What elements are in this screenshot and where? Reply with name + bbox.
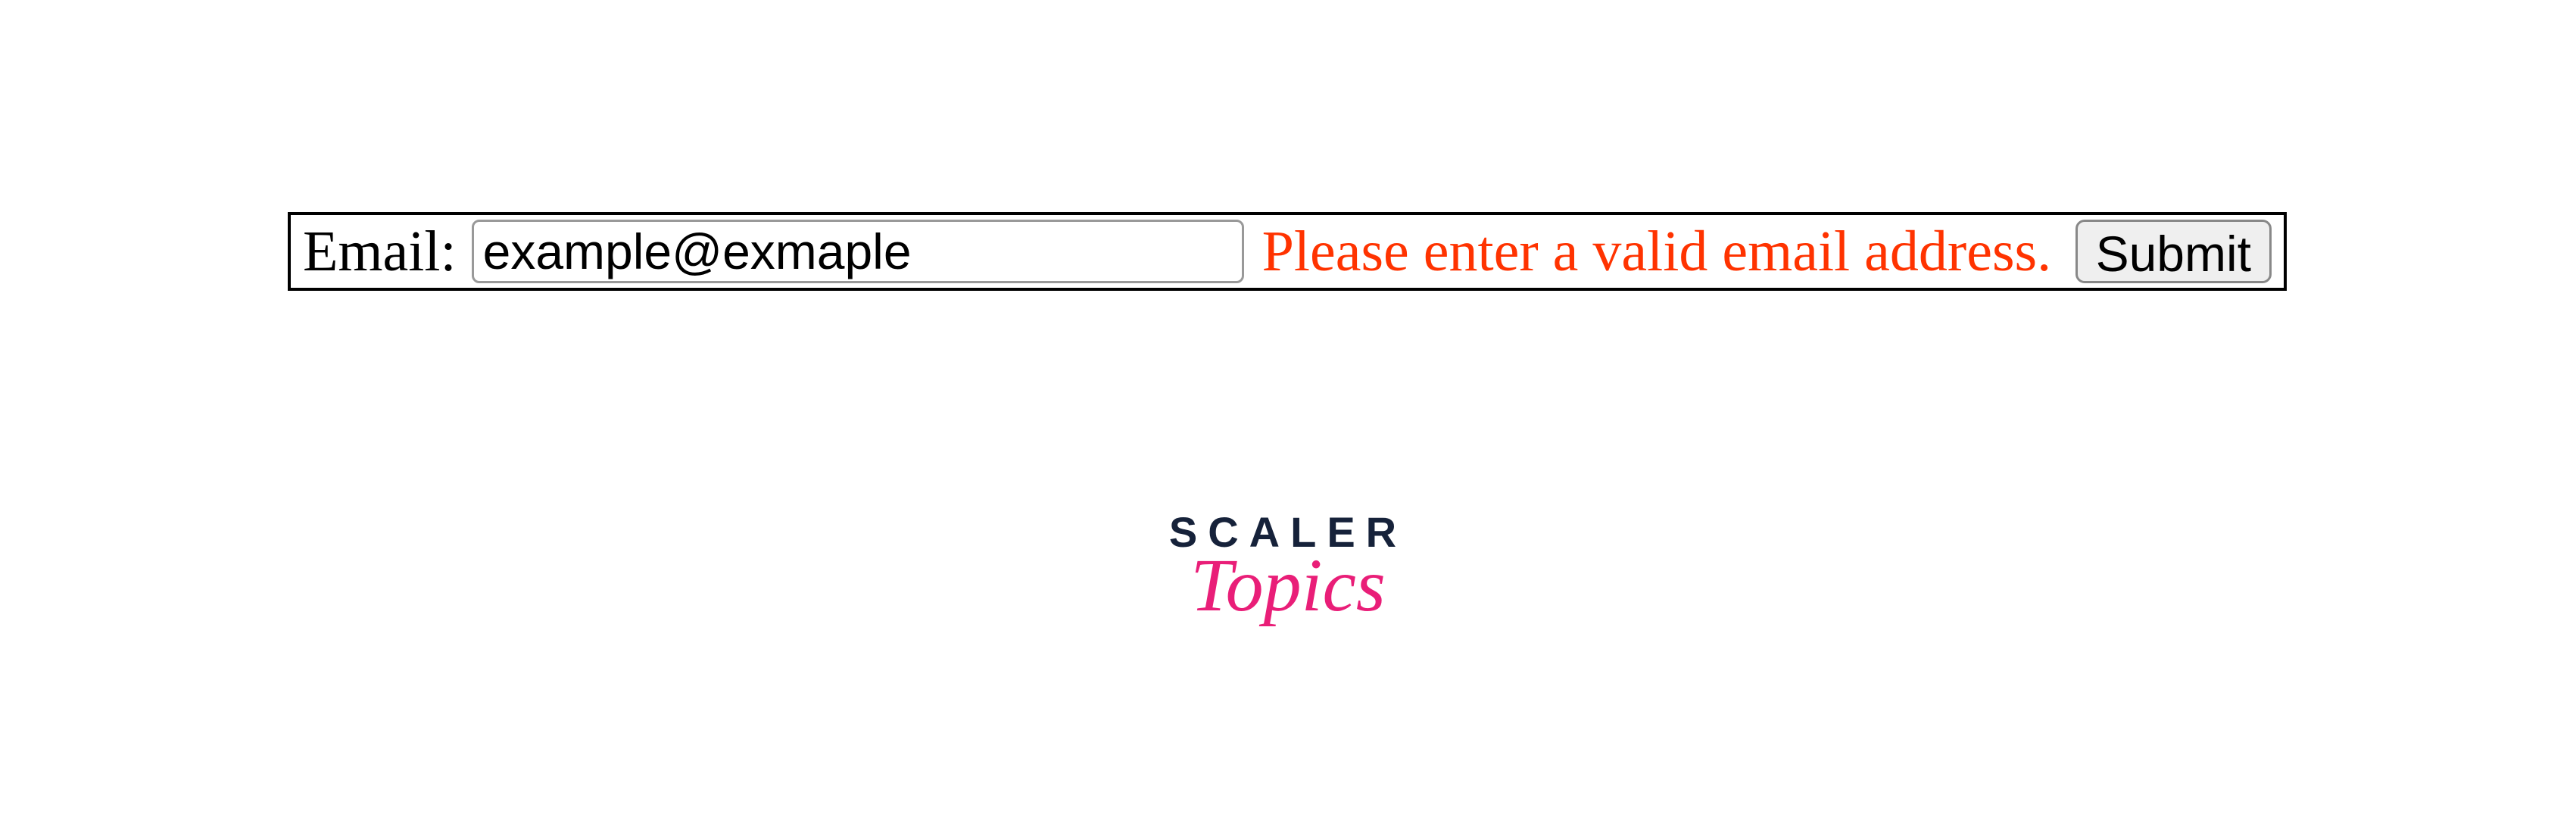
- scaler-topics-logo: SCALER Topics: [1169, 507, 1407, 629]
- email-label: Email:: [303, 219, 457, 285]
- email-form-container: Email: Please enter a valid email addres…: [288, 212, 2287, 291]
- email-input[interactable]: [472, 220, 1244, 283]
- validation-error-message: Please enter a valid email address.: [1262, 219, 2075, 285]
- submit-button[interactable]: Submit: [2075, 220, 2272, 283]
- logo-text-topics: Topics: [1169, 541, 1407, 629]
